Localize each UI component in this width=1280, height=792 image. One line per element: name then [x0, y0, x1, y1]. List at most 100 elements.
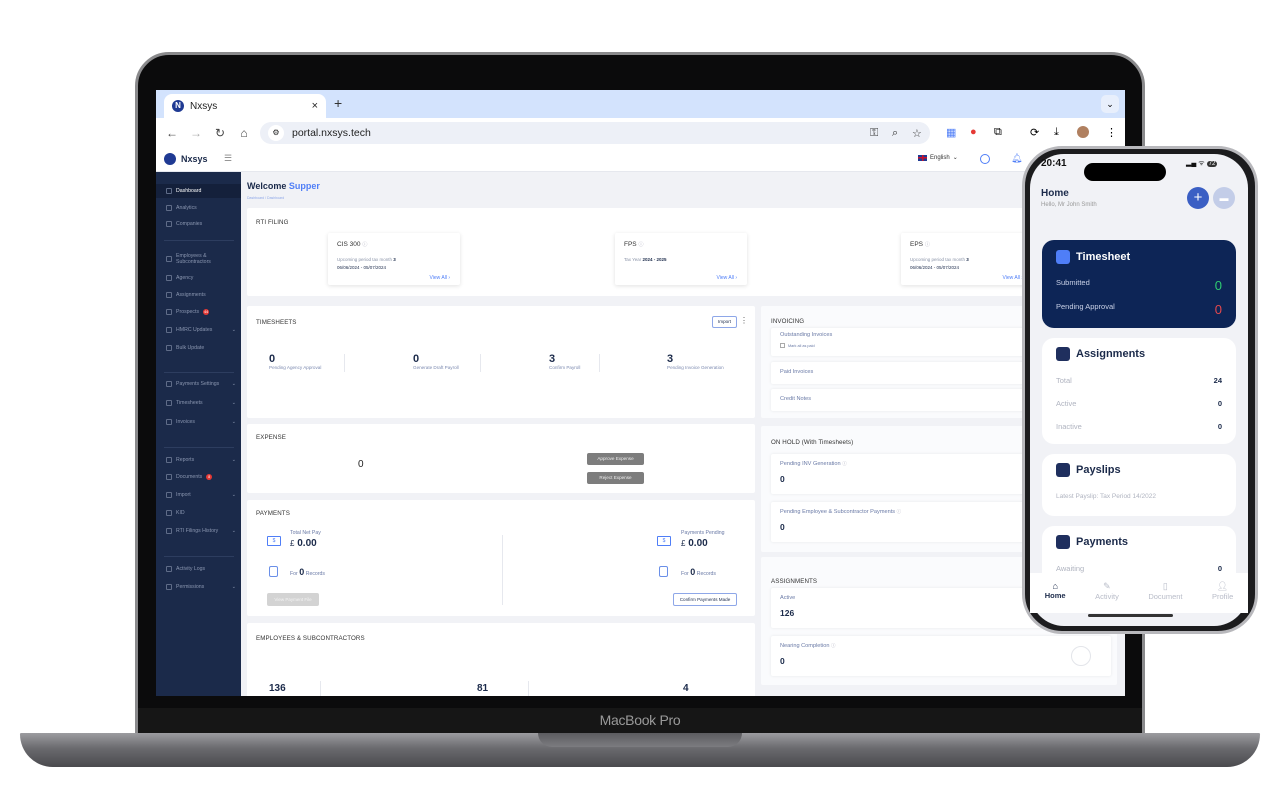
active-assignments-label: Active	[780, 595, 796, 601]
sidebar-item-import[interactable]: Import ⌄	[166, 492, 236, 498]
language-select[interactable]: English ⌄	[918, 154, 958, 161]
sidebar-item-hmrc-updates[interactable]: HMRC Updates ⌄	[166, 327, 236, 333]
invoicing-title: INVOICING	[771, 318, 805, 325]
chevron-down-icon: ⌄	[231, 400, 236, 406]
view-payment-file-button[interactable]: View Payment File	[267, 593, 319, 606]
bookmark-star-icon[interactable]: ☆	[912, 127, 922, 140]
close-tab-icon[interactable]: ×	[312, 100, 318, 112]
records-label: Records	[305, 571, 326, 577]
password-key-icon[interactable]: ⚿	[870, 127, 878, 140]
pending-inv-generation-label: Pending INV Generation	[780, 461, 841, 467]
browser-tab[interactable]: N Nxsys ×	[164, 94, 326, 118]
sidebar-item-agency[interactable]: Agency	[166, 275, 236, 281]
sidebar-item-companies[interactable]: Companies	[166, 221, 236, 227]
timesheets-card: TIMESHEETS Import ⋮ 0 Pending Agency Appr…	[247, 306, 755, 418]
pending-inv-generation-value: 0	[780, 474, 785, 484]
welcome-text: Welcome	[247, 181, 289, 191]
sidebar-item-permissions[interactable]: Permissions ⌄	[166, 584, 236, 590]
clock-icon	[1056, 250, 1070, 264]
sidebar-item-payments-settings[interactable]: Payments Settings ⌄	[166, 381, 236, 387]
forward-icon[interactable]: →	[184, 126, 208, 140]
breadcrumb[interactable]: Dashboard / Dashboard	[247, 196, 284, 200]
pending-payments-value: 0	[780, 522, 785, 532]
address-bar[interactable]: ⚙ portal.nxsys.tech	[260, 122, 930, 144]
sidebar-item-label: Companies	[176, 221, 203, 227]
sidebar-item-activity-logs[interactable]: Activity Logs	[166, 566, 236, 572]
sidebar-toggle-icon[interactable]: ☰	[224, 153, 232, 164]
sidebar-item-invoices[interactable]: Invoices ⌄	[166, 419, 236, 425]
timesheet-stat[interactable]: 3 Confirm Payroll	[549, 354, 580, 371]
mark-all-paid-checkbox[interactable]	[780, 343, 785, 348]
nav-profile[interactable]: 👤︎ Profile	[1212, 581, 1233, 613]
url-text: portal.nxsys.tech	[292, 127, 371, 139]
more-options-icon[interactable]: ⋮	[740, 316, 748, 325]
sidebar-item-icon	[166, 221, 172, 227]
nav-home[interactable]: ⌂ Home	[1045, 581, 1066, 613]
app-brand[interactable]: Nxsys	[164, 153, 208, 165]
nearing-completion-item[interactable]: Nearing Completion ⓘ 0	[771, 636, 1111, 676]
sidebar-item-rti-filings-history[interactable]: RTI Filings History ⌄	[166, 528, 236, 534]
chevron-down-icon: ⌄	[231, 457, 236, 463]
profile-avatar[interactable]	[1077, 126, 1089, 138]
zoom-icon[interactable]: ⌕	[892, 127, 898, 140]
sidebar-item-icon	[166, 584, 172, 590]
sidebar-item-reports[interactable]: Reports ⌄	[166, 457, 236, 463]
rti-period-value: 2024 - 2025	[642, 257, 667, 262]
view-all-link[interactable]: View All ›	[430, 275, 450, 281]
nav-document[interactable]: ▯ Document	[1148, 581, 1182, 613]
new-tab-button[interactable]: +	[334, 95, 342, 111]
home-indicator	[1088, 614, 1173, 617]
sidebar-item-documents[interactable]: Documents 8	[166, 474, 236, 480]
sidebar-item-kid[interactable]: KID	[166, 510, 236, 516]
sidebar-item-bulk-update[interactable]: Bulk Update	[166, 345, 236, 351]
sidebar-item-dashboard[interactable]: Dashboard	[156, 184, 241, 198]
view-all-link[interactable]: View All ›	[717, 275, 737, 281]
translate-extension-icon[interactable]: ▦	[946, 126, 956, 139]
phone-assignments-card[interactable]: Assignments Total 24 Active 0 Inactive 0	[1042, 338, 1236, 444]
payments-card: PAYMENTS $ Total Net Pay £ 0.00 For 0 Re…	[247, 500, 755, 616]
record-extension-icon[interactable]: ●	[970, 126, 977, 138]
phone-timesheet-card[interactable]: Timesheet Submitted 0 Pending Approval 0	[1042, 240, 1236, 328]
timesheet-stat[interactable]: 3 Pending Invoice Generation	[667, 354, 724, 371]
nav-activity[interactable]: ✎ Activity	[1095, 581, 1119, 613]
sidebar-item-employees-subcontractors[interactable]: Employees & Subcontractors	[166, 253, 236, 265]
add-circle-icon[interactable]	[980, 154, 990, 164]
laptop-label: MacBook Pro	[599, 712, 681, 728]
timesheet-stat[interactable]: 0 Generate Draft Payroll	[413, 354, 459, 371]
sidebar-item-assignments[interactable]: Assignments	[166, 292, 236, 298]
sidebar-item-timesheets[interactable]: Timesheets ⌄	[166, 400, 236, 406]
home-icon[interactable]: ⌂	[232, 126, 256, 140]
chat-button[interactable]: ▬	[1213, 187, 1235, 209]
approve-expense-button[interactable]: Approve Expense	[587, 453, 644, 465]
view-all-link[interactable]: View All ›	[1003, 275, 1023, 281]
tab-search-button[interactable]: ⌄	[1101, 95, 1119, 113]
timesheet-stat[interactable]: 0 Pending Agency Approval	[269, 354, 321, 371]
chevron-down-icon: ⌄	[231, 584, 236, 590]
phone-payslips-card[interactable]: Payslips Latest Payslip: Tax Period 14/2…	[1042, 454, 1236, 516]
phone-clock: 20:41	[1041, 158, 1067, 169]
confirm-payments-made-button[interactable]: Confirm Payments Made	[673, 593, 737, 606]
reload-icon[interactable]: ↻	[208, 126, 232, 140]
nxsys-logo-icon: N	[172, 100, 184, 112]
download-icon[interactable]: ⤓	[1054, 126, 1059, 139]
total-label: Total	[1056, 376, 1072, 385]
extensions-puzzle-icon[interactable]: ⧉	[994, 126, 1002, 139]
rti-card-cis-300: CIS 300 ⓘ Upcoming period tax month 3 06/0…	[328, 233, 460, 285]
sidebar-item-prospects[interactable]: Prospects 44	[166, 309, 236, 315]
total-net-pay-label: Total Net Pay	[290, 530, 321, 536]
laptop-notch	[538, 733, 742, 747]
reject-expense-button[interactable]: Reject Expense	[587, 472, 644, 484]
sidebar-item-analytics[interactable]: Analytics	[166, 205, 236, 211]
browser-menu-icon[interactable]: ⋮	[1106, 126, 1117, 139]
performance-icon[interactable]: ⟳	[1030, 126, 1039, 139]
notification-bell-icon[interactable]: 🔔︎	[1011, 153, 1022, 164]
payments-title: Payments	[1076, 536, 1128, 548]
import-button[interactable]: Import	[712, 316, 737, 328]
sidebar-item-icon	[166, 474, 172, 480]
expense-count: 0	[358, 459, 364, 470]
back-icon[interactable]: ←	[160, 126, 184, 140]
site-settings-icon[interactable]: ⚙	[268, 125, 284, 141]
sidebar-item-icon	[166, 566, 172, 572]
rti-period-label: Upcoming period tax month	[910, 257, 966, 262]
add-button[interactable]: +	[1187, 187, 1209, 209]
